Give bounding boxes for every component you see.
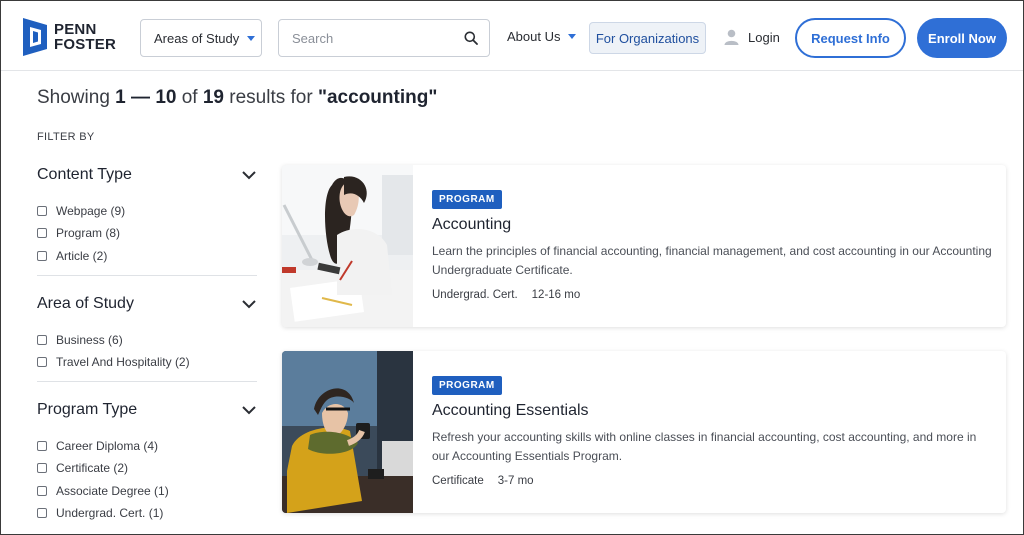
facet-content-type-header[interactable]: Content Type [37,164,257,186]
checkbox[interactable] [37,463,47,474]
checkbox[interactable] [37,508,47,519]
result-title[interactable]: Accounting Essentials [432,402,992,420]
result-card-body: PROGRAM Accounting Learn the principles … [432,189,992,301]
facet-content-type: Content Type Webpage (9) Program (8) Art… [37,164,257,267]
facet-title: Content Type [37,166,132,183]
enroll-now-button[interactable]: Enroll Now [917,18,1007,58]
about-us-menu[interactable]: About Us [507,29,577,44]
checkbox[interactable] [37,441,47,452]
areas-of-study-label: Areas of Study [154,30,240,46]
logo-text: PENN FOSTER [54,22,116,52]
results-of-text: of [176,87,203,108]
results-for-text: results for [224,87,318,108]
filter-option-label: Certificate (2) [56,461,129,476]
checkbox[interactable] [37,228,47,239]
filter-option-label: Travel And Hospitality (2) [56,355,190,370]
result-image-woman-with-calculator[interactable] [282,165,413,327]
facet-divider [37,275,257,276]
result-duration: 3-7 mo [497,475,534,487]
filter-option-label: Associate Degree (1) [56,483,169,498]
logo-text-line1: PENN [54,21,97,38]
filter-option-associate-degree[interactable]: Associate Degree (1) [37,480,257,502]
logo-mark-icon [23,18,47,56]
filter-option-label: Program (8) [56,226,121,241]
filter-option-article[interactable]: Article (2) [37,245,257,267]
results-summary: Showing 1 — 10 of 19 results for "accoun… [37,87,437,109]
search-input[interactable] [279,20,459,56]
for-organizations-button[interactable]: For Organizations [589,22,706,54]
filter-option-label: Undergrad. Cert. (1) [56,506,164,521]
filter-option-label: Article (2) [56,248,108,263]
site-header: PENN FOSTER Areas of Study About Us For … [1,1,1023,71]
areas-of-study-dropdown[interactable]: Areas of Study [140,19,262,57]
result-description: Learn the principles of financial accoun… [432,244,992,277]
search-box [278,19,490,57]
user-icon [724,29,739,45]
request-info-label: Request Info [811,30,890,46]
caret-down-icon [247,35,256,41]
results-range-end: 10 [155,87,177,108]
login-label: Login [748,29,780,45]
filter-option-label: Business (6) [56,333,123,348]
facet-title: Area of Study [37,295,134,312]
results-range-start: 1 [115,87,126,108]
result-meta: Undergrad. Cert. 12-16 mo [432,289,992,301]
filter-option-certificate[interactable]: Certificate (2) [37,457,257,479]
results-range-separator: — [125,87,156,108]
facet-program-type-header[interactable]: Program Type [37,399,257,421]
results-query: "accounting" [317,87,438,108]
program-badge: PROGRAM [432,190,502,209]
result-card[interactable]: PROGRAM Accounting Learn the principles … [282,165,1006,327]
chevron-down-icon [242,171,256,180]
filter-option-career-diploma[interactable]: Career Diploma (4) [37,435,257,457]
checkbox[interactable] [37,206,47,217]
for-organizations-label: For Organizations [595,30,700,46]
chevron-down-icon [242,406,256,415]
request-info-button[interactable]: Request Info [795,18,906,58]
filter-option-travel-hospitality[interactable]: Travel And Hospitality (2) [37,351,257,373]
results-prefix: Showing [37,87,116,108]
filter-option-label: Career Diploma (4) [56,439,159,454]
checkbox[interactable] [37,485,47,496]
facet-divider [37,381,257,382]
facet-title: Program Type [37,401,138,418]
enroll-now-label: Enroll Now [928,30,996,46]
result-card[interactable]: PROGRAM Accounting Essentials Refresh yo… [282,351,1006,513]
filter-option-undergrad-cert[interactable]: Undergrad. Cert. (1) [37,502,257,524]
checkbox[interactable] [37,335,47,346]
program-badge: PROGRAM [432,376,502,395]
facet-area-of-study: Area of Study Business (6) Travel And Ho… [37,293,257,374]
penn-foster-logo[interactable]: PENN FOSTER [23,18,133,58]
facet-area-of-study-header[interactable]: Area of Study [37,293,257,315]
about-us-label: About Us [507,29,561,44]
result-image-man-with-mug[interactable] [282,351,413,513]
result-title[interactable]: Accounting [432,216,992,234]
filter-option-label: Webpage (9) [56,204,126,219]
filter-option-business[interactable]: Business (6) [37,329,257,351]
result-card-body: PROGRAM Accounting Essentials Refresh yo… [432,375,992,487]
results-total: 19 [202,87,224,108]
checkbox[interactable] [37,357,47,368]
chevron-down-icon [242,300,256,309]
facet-program-type: Program Type Career Diploma (4) Certific… [37,399,257,524]
result-meta: Certificate 3-7 mo [432,475,992,487]
login-link[interactable]: Login [724,29,780,45]
result-credential: Certificate [432,475,484,487]
checkbox[interactable] [37,250,47,261]
filter-option-webpage[interactable]: Webpage (9) [37,200,257,222]
filter-option-program[interactable]: Program (8) [37,222,257,244]
logo-text-line2: FOSTER [54,36,117,53]
result-credential: Undergrad. Cert. [432,289,518,301]
result-description: Refresh your accounting skills with onli… [432,430,977,463]
result-duration: 12-16 mo [531,289,581,301]
search-icon[interactable] [464,31,478,45]
caret-down-icon [568,34,577,39]
filter-by-label: FILTER BY [37,131,95,143]
page-frame: PENN FOSTER Areas of Study About Us For … [0,0,1024,535]
